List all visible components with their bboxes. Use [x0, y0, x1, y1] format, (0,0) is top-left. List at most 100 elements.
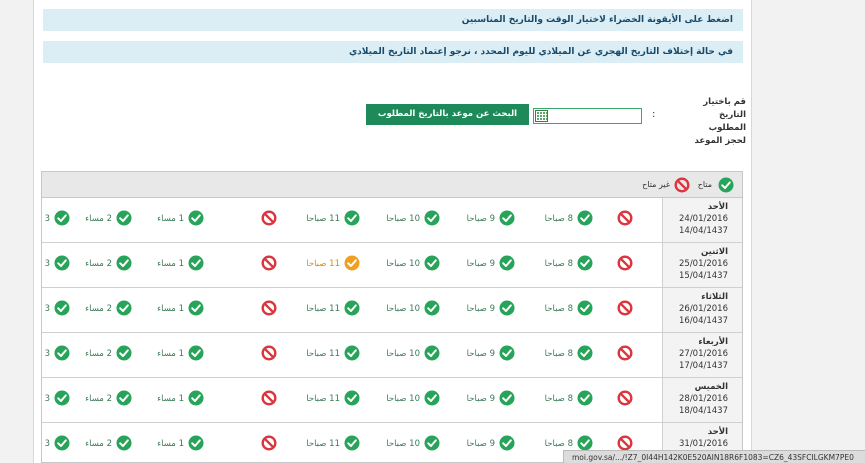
check-icon[interactable] [116, 255, 132, 271]
legend-bar: متاح غير متاح [42, 172, 742, 198]
check-icon[interactable] [424, 255, 440, 271]
time-slot-label: 8 صباحا [544, 439, 573, 449]
time-slot[interactable]: 3 مساء [42, 423, 74, 462]
check-icon[interactable] [424, 435, 440, 451]
check-icon[interactable] [188, 255, 204, 271]
gregorian-date: 31/01/2016 [679, 439, 728, 449]
check-icon[interactable] [577, 435, 593, 451]
time-slot[interactable]: 10 صباحا [354, 288, 444, 332]
schedule-row: الأحد 24/01/2016 14/04/1437 8 صباحا 9 صباحا 1… [42, 198, 742, 243]
check-icon[interactable] [54, 345, 70, 361]
gregorian-date: 28/01/2016 [679, 394, 728, 404]
check-icon[interactable] [499, 435, 515, 451]
check-icon[interactable] [424, 345, 440, 361]
no-entry-icon [674, 177, 690, 193]
check-icon[interactable] [116, 390, 132, 406]
check-icon[interactable] [424, 300, 440, 316]
no-entry-icon [261, 255, 277, 271]
hijri-date: 15/04/1437 [679, 271, 728, 281]
no-entry-icon [617, 300, 633, 316]
day-name: الأحد [707, 427, 728, 437]
time-slot[interactable]: 10 صباحا [354, 378, 444, 422]
check-icon[interactable] [116, 300, 132, 316]
browser-status-bar: moi.gov.sa/.../!Z7_0I44H142K0E520AIN18R6… [563, 450, 865, 463]
schedule-row: الخميس 28/01/2016 18/04/1437 8 صباحا 9 صباحا… [42, 378, 742, 423]
time-slot[interactable]: 8 صباحا [507, 243, 597, 287]
limited-check-icon[interactable] [344, 255, 360, 271]
time-slot-label: 2 مساء [85, 439, 112, 449]
schedule-row: الثلاثاء 26/01/2016 16/04/1437 8 صباحا 9 صبا… [42, 288, 742, 333]
time-slot[interactable]: 10 صباحا [354, 243, 444, 287]
time-slot[interactable]: 3 مساء [42, 333, 74, 377]
check-icon[interactable] [188, 210, 204, 226]
search-by-date-button[interactable]: البحث عن موعد بالتاريخ المطلوب [366, 104, 529, 125]
check-icon[interactable] [344, 300, 360, 316]
time-slot[interactable]: 3 مساء [42, 288, 74, 332]
check-icon[interactable] [116, 345, 132, 361]
time-slot[interactable]: 11 صباحا [274, 333, 364, 377]
no-entry-icon [617, 435, 633, 451]
check-icon[interactable] [499, 300, 515, 316]
time-slot[interactable]: 10 صباحا [354, 423, 444, 462]
check-icon[interactable] [577, 210, 593, 226]
check-icon[interactable] [424, 390, 440, 406]
time-slot[interactable]: 3 مساء [42, 378, 74, 422]
check-icon[interactable] [344, 390, 360, 406]
time-slot[interactable]: 11 صباحا [274, 378, 364, 422]
check-icon[interactable] [188, 345, 204, 361]
check-icon[interactable] [577, 390, 593, 406]
check-icon[interactable] [344, 345, 360, 361]
check-icon[interactable] [344, 210, 360, 226]
time-slot[interactable]: 8 صباحا [507, 378, 597, 422]
check-icon[interactable] [577, 255, 593, 271]
date-input-field[interactable] [533, 108, 642, 124]
time-slot[interactable]: 3 مساء [42, 243, 74, 287]
time-slot-label: 2 مساء [85, 304, 112, 314]
check-icon[interactable] [499, 390, 515, 406]
time-slot-label: 11 صباحا [306, 214, 340, 224]
check-icon[interactable] [54, 300, 70, 316]
time-slot-label: 2 مساء [85, 214, 112, 224]
check-icon[interactable] [116, 210, 132, 226]
time-slot[interactable]: 11 صباحا [274, 423, 364, 462]
time-slot[interactable]: 10 صباحا [354, 198, 444, 242]
time-slot-label: 3 مساء [42, 214, 50, 224]
check-icon[interactable] [54, 435, 70, 451]
time-slot[interactable]: 11 صباحا [274, 198, 364, 242]
check-icon[interactable] [577, 345, 593, 361]
check-icon[interactable] [499, 255, 515, 271]
time-slot-label: 8 صباحا [544, 349, 573, 359]
time-slot[interactable]: 8 صباحا [507, 333, 597, 377]
check-icon[interactable] [499, 210, 515, 226]
time-slot[interactable]: 8 صباحا [507, 288, 597, 332]
check-icon[interactable] [116, 435, 132, 451]
day-cell: الثلاثاء 26/01/2016 16/04/1437 [662, 288, 742, 332]
check-icon[interactable] [188, 435, 204, 451]
check-icon[interactable] [499, 345, 515, 361]
check-icon[interactable] [344, 435, 360, 451]
check-icon[interactable] [54, 390, 70, 406]
time-slot[interactable]: 10 صباحا [354, 333, 444, 377]
check-icon[interactable] [577, 300, 593, 316]
time-slot[interactable]: 8 صباحا [507, 198, 597, 242]
time-slot-label: 9 صباحا [466, 214, 495, 224]
check-icon[interactable] [54, 255, 70, 271]
calendar-icon[interactable] [535, 110, 548, 122]
time-slot-label: 9 صباحا [466, 439, 495, 449]
check-icon[interactable] [188, 390, 204, 406]
no-entry-icon [261, 210, 277, 226]
time-slot[interactable]: 3 مساء [42, 198, 74, 242]
check-icon[interactable] [424, 210, 440, 226]
time-slot-label: 9 صباحا [466, 259, 495, 269]
time-slot[interactable]: 11 صباحا [274, 243, 364, 287]
time-slot-label: 9 صباحا [466, 304, 495, 314]
gregorian-date: 27/01/2016 [679, 349, 728, 359]
day-name: الثلاثاء [701, 292, 728, 302]
check-icon[interactable] [188, 300, 204, 316]
gregorian-date: 24/01/2016 [679, 214, 728, 224]
time-slot[interactable]: 11 صباحا [274, 288, 364, 332]
time-slot-label: 3 مساء [42, 304, 50, 314]
time-slot-label: 3 مساء [42, 394, 50, 404]
check-icon[interactable] [54, 210, 70, 226]
time-slot-label: 1 مساء [157, 439, 184, 449]
